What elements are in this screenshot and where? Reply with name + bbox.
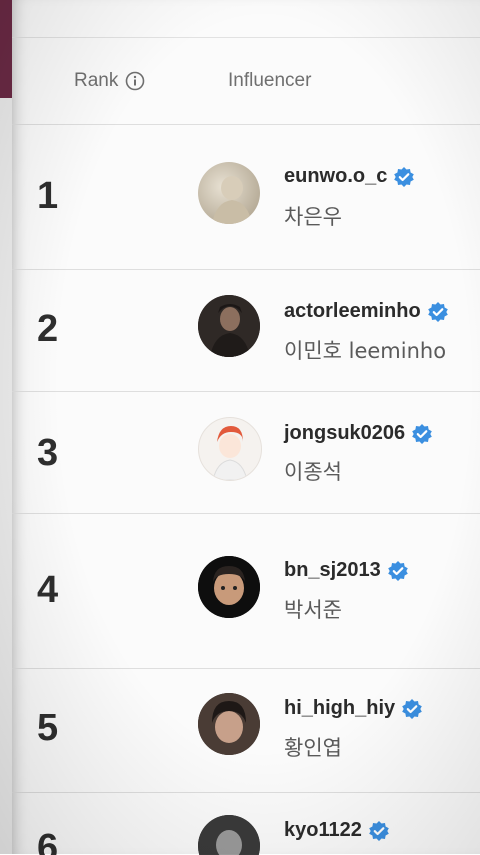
influencer-handle[interactable]: hi_high_hiy [284, 697, 395, 720]
rank-header-label: Rank [74, 70, 119, 91]
handle-row[interactable]: actorleeminho [284, 300, 449, 323]
avatar[interactable] [198, 693, 260, 755]
verified-badge-icon [427, 301, 449, 323]
influencer-handle[interactable]: jongsuk0206 [284, 422, 405, 445]
rank-number: 1 [37, 175, 59, 217]
avatar[interactable] [198, 417, 262, 481]
rank-number: 6 [37, 827, 59, 855]
avatar[interactable] [198, 295, 260, 357]
verified-badge-icon [411, 423, 433, 445]
table-row[interactable]: 1 eunwo.o_c 차은우 [12, 124, 480, 270]
rank-number: 3 [37, 432, 59, 474]
rank-column-header[interactable]: Rank [74, 70, 145, 92]
rank-number: 5 [37, 707, 59, 749]
avatar[interactable] [198, 556, 260, 618]
influencer-handle[interactable]: bn_sj2013 [284, 559, 381, 582]
table-row[interactable]: 2 actorleeminho 이민호 leeminho [12, 269, 480, 392]
rank-number: 2 [37, 308, 59, 350]
influencer-handle[interactable]: actorleeminho [284, 300, 421, 323]
influencer-handle[interactable]: eunwo.o_c [284, 165, 387, 188]
influencer-name: 이종석 [284, 460, 342, 484]
avatar[interactable] [198, 162, 260, 224]
rank-number: 4 [37, 569, 59, 611]
info-icon[interactable] [125, 71, 145, 91]
handle-row[interactable]: bn_sj2013 [284, 559, 409, 582]
table-row[interactable]: 4 bn_sj2013 박서준 [12, 513, 480, 669]
table-header: Rank Influencer [12, 38, 480, 124]
left-accent-bar [0, 0, 12, 98]
verified-badge-icon [368, 820, 390, 842]
influencer-name: 황인엽 [284, 736, 342, 760]
influencer-name: 이민호 leeminho [284, 339, 447, 363]
influencer-name: 박서준 [284, 598, 342, 622]
verified-badge-icon [401, 698, 423, 720]
influencer-name: 차은우 [284, 205, 342, 229]
verified-badge-icon [393, 166, 415, 188]
influencer-handle[interactable]: kyo1122 [284, 819, 362, 842]
handle-row[interactable]: jongsuk0206 [284, 422, 433, 445]
table-row[interactable]: 6 kyo1122 [12, 792, 480, 855]
handle-row[interactable]: eunwo.o_c [284, 165, 415, 188]
avatar[interactable] [198, 815, 260, 855]
influencer-column-header: Influencer [228, 70, 312, 91]
handle-row[interactable]: hi_high_hiy [284, 697, 423, 720]
table-row[interactable]: 5 hi_high_hiy 황인엽 [12, 668, 480, 793]
handle-row[interactable]: kyo1122 [284, 819, 390, 842]
left-strip [0, 0, 12, 854]
table-row[interactable]: 3 jongsuk0206 이종석 [12, 391, 480, 514]
verified-badge-icon [387, 560, 409, 582]
